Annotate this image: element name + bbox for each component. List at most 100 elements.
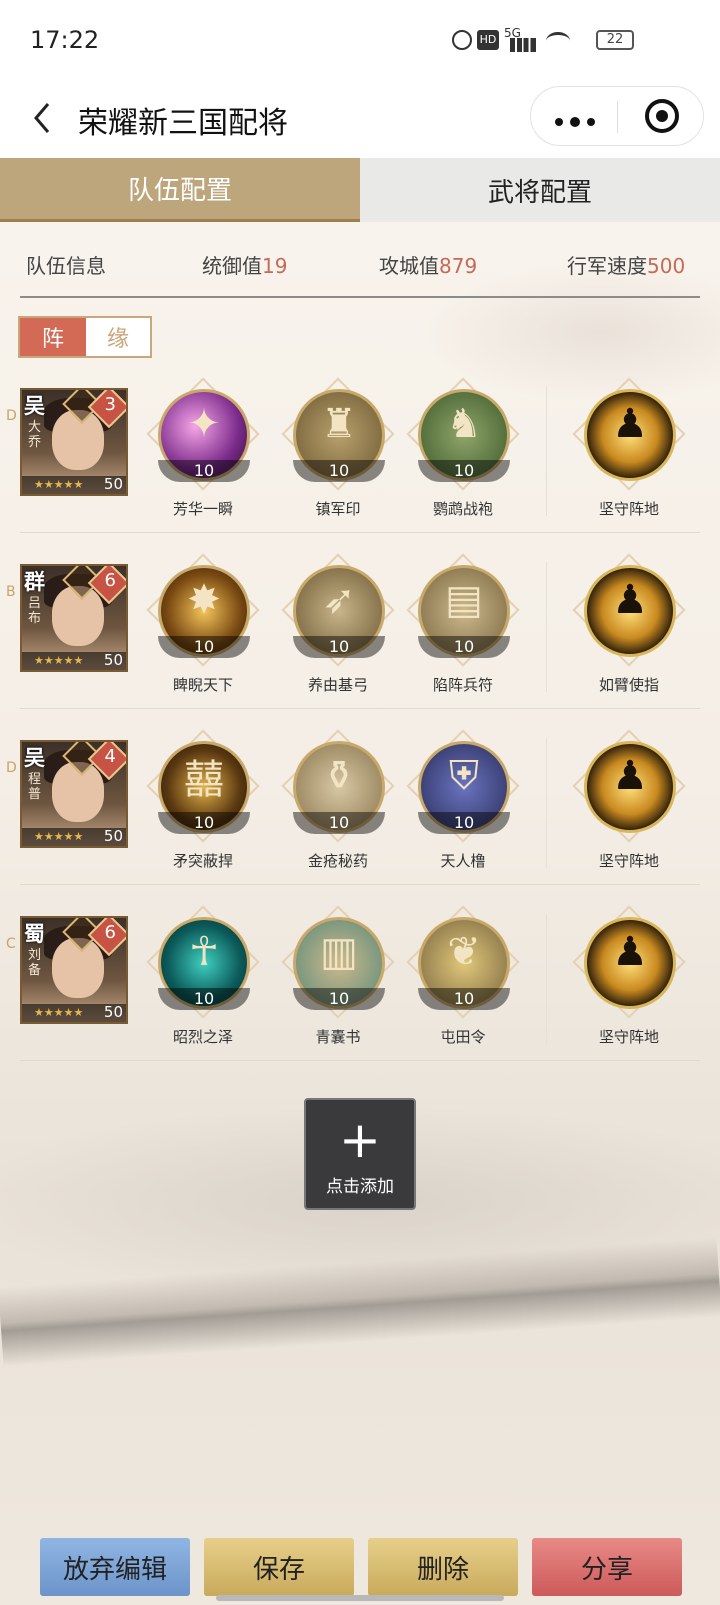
slot-glyph: ⚱ [322, 753, 356, 799]
row-separator [546, 914, 547, 1044]
capsule-separator [617, 101, 618, 133]
slot-name: 陷阵兵符 [432, 676, 493, 694]
equipment-slot[interactable]: ⛨ 10 天人橹 [406, 729, 520, 870]
slot-glyph: ✦ [187, 401, 221, 447]
hero-grade: D [6, 408, 17, 424]
skill-slot[interactable]: ♟ 如臂使指 [572, 553, 686, 694]
row-divider [20, 532, 700, 533]
status-time: 17:22 [30, 26, 100, 54]
share-button[interactable]: 分享 [532, 1538, 682, 1596]
slot-glyph: ♞ [446, 401, 482, 447]
slot-level: 10 [293, 988, 385, 1010]
info-divider [20, 296, 700, 298]
abandon-edit-button[interactable]: 放弃编辑 [40, 1538, 190, 1596]
tab-bar: 队伍配置 武将配置 [0, 158, 720, 222]
slot-level: 10 [293, 636, 385, 658]
skill-slot[interactable]: ♟ 坚守阵地 [572, 905, 686, 1046]
equipment-slot[interactable]: 囍 10 矛突蔽捍 [146, 729, 260, 870]
slot-name: 青囊书 [315, 1028, 361, 1046]
slot-name: 屯田令 [440, 1028, 486, 1046]
slot-name: 如臂使指 [598, 676, 659, 694]
add-team-button[interactable]: + 点击添加 [304, 1098, 416, 1210]
hero-name: 吕布 [28, 596, 42, 626]
hero-level: 50 [103, 827, 123, 845]
team-info: 队伍信息 统御值19 攻城值879 行军速度500 [26, 250, 696, 290]
slot-name: 金疮秘药 [307, 852, 368, 870]
siege-stat: 攻城值879 [379, 254, 478, 278]
slot-name: 昭烈之泽 [172, 1028, 233, 1046]
slot-name: 芳华一瞬 [172, 500, 233, 518]
slot-level: 10 [418, 988, 510, 1010]
row-divider [20, 708, 700, 709]
slot-name: 睥睨天下 [172, 676, 233, 694]
hero-faction: 吴 [24, 394, 45, 418]
page-title: 荣耀新三国配将 [78, 106, 288, 141]
hero-card[interactable]: 吴大乔 3 ★★★★★ 50 [20, 388, 128, 496]
status-bar: 17:22 HD 5G 22 [0, 0, 720, 80]
equipment-slot[interactable]: ✸ 10 睥睨天下 [146, 553, 260, 694]
skill-slot[interactable]: ♟ 坚守阵地 [572, 729, 686, 870]
delete-button[interactable]: 删除 [368, 1538, 518, 1596]
team-slot-row: 吴大乔 3 ★★★★★ 50 D ✦ 10 芳华一瞬 ♜ 10 镇军印 ♞ 10 鹦鹉战袍 ♟ 坚守阵地 [0, 377, 720, 562]
slot-name: 坚守阵地 [598, 1028, 659, 1046]
equipment-slot[interactable]: ❦ 10 屯田令 [406, 905, 520, 1046]
hero-card[interactable]: 群吕布 6 ★★★★★ 50 [20, 564, 128, 672]
row-divider [20, 1060, 700, 1061]
row-separator [546, 562, 547, 692]
team-slot-row: 蜀刘备 6 ★★★★★ 50 C ☥ 10 昭烈之泽 ▥ 10 青囊书 ❦ 10 屯田令 ♟ 坚守阵地 [0, 905, 720, 1090]
toggle-bond[interactable]: 缘 [86, 318, 150, 356]
slot-level: 10 [418, 812, 510, 834]
save-button[interactable]: 保存 [204, 1538, 354, 1596]
back-button[interactable] [28, 98, 58, 138]
slot-glyph: ➶ [322, 577, 356, 623]
equipment-slot[interactable]: ☥ 10 昭烈之泽 [146, 905, 260, 1046]
tab-hero-config[interactable]: 武将配置 [360, 158, 720, 222]
hero-level: 50 [103, 1003, 123, 1021]
equipment-slot[interactable]: ✦ 10 芳华一瞬 [146, 377, 260, 518]
wifi-icon [546, 32, 570, 50]
hero-card[interactable]: 吴程普 4 ★★★★★ 50 [20, 740, 128, 848]
formation-bond-toggle: 阵 缘 [18, 316, 152, 358]
slot-name: 坚守阵地 [598, 500, 659, 518]
slot-glyph: ▤ [445, 577, 483, 623]
slot-glyph: ♟ [612, 753, 648, 799]
slot-glyph: ♜ [321, 401, 357, 447]
hero-badge-number: 6 [104, 922, 116, 943]
equipment-slot[interactable]: ▥ 10 青囊书 [281, 905, 395, 1046]
add-label: 点击添加 [326, 1177, 394, 1197]
equipment-slot[interactable]: ♜ 10 镇军印 [281, 377, 395, 518]
hero-name: 刘备 [28, 948, 42, 978]
hero-grade: C [6, 936, 16, 952]
team-info-label: 队伍信息 [26, 254, 106, 278]
toggle-formation[interactable]: 阵 [20, 318, 86, 356]
slot-name: 矛突蔽捍 [172, 852, 233, 870]
slot-name: 天人橹 [440, 852, 486, 870]
mini-program-capsule [530, 86, 704, 146]
row-separator [546, 386, 547, 516]
close-mini-program-icon[interactable] [645, 99, 679, 133]
hero-name: 程普 [28, 772, 42, 802]
slot-level: 10 [158, 460, 250, 482]
hero-card[interactable]: 蜀刘备 6 ★★★★★ 50 [20, 916, 128, 1024]
row-separator [546, 738, 547, 868]
alarm-icon [452, 30, 472, 50]
equipment-slot[interactable]: ⚱ 10 金疮秘药 [281, 729, 395, 870]
hero-name: 大乔 [28, 420, 42, 450]
equipment-slot[interactable]: ▤ 10 陷阵兵符 [406, 553, 520, 694]
tab-team-config[interactable]: 队伍配置 [0, 158, 360, 222]
equipment-slot[interactable]: ➶ 10 养由基弓 [281, 553, 395, 694]
slot-glyph: ♟ [612, 401, 648, 447]
hero-grade: B [6, 584, 16, 600]
hero-level: 50 [103, 475, 123, 493]
skill-slot[interactable]: ♟ 坚守阵地 [572, 377, 686, 518]
home-indicator[interactable] [216, 1595, 504, 1601]
hd-icon: HD [477, 30, 499, 50]
equipment-slot[interactable]: ♞ 10 鹦鹉战袍 [406, 377, 520, 518]
more-dots-icon [555, 117, 595, 127]
slot-level: 10 [158, 812, 250, 834]
slot-name: 鹦鹉战袍 [432, 500, 493, 518]
hero-faction: 群 [24, 570, 45, 594]
slot-glyph: ♟ [612, 929, 648, 975]
more-button[interactable] [553, 112, 597, 127]
hero-badge-number: 3 [104, 394, 116, 415]
